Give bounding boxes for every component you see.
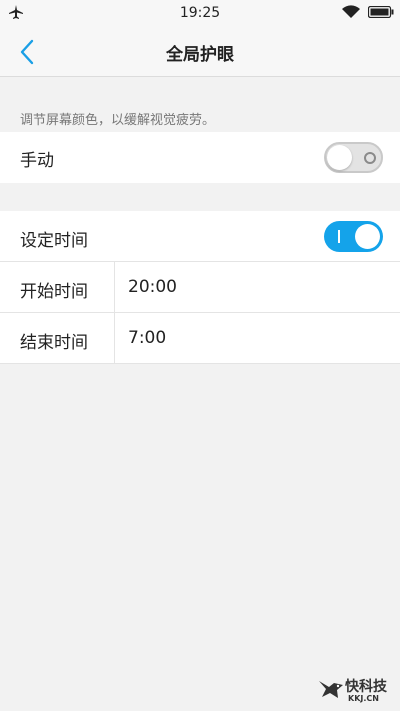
status-bar: 19:25 bbox=[0, 0, 400, 26]
schedule-label: 设定时间 bbox=[20, 231, 88, 251]
manual-label: 手动 bbox=[20, 151, 54, 171]
end-time-label: 结束时间 bbox=[20, 333, 88, 353]
start-time-row[interactable]: 开始时间 20:00 bbox=[0, 262, 400, 312]
page-title: 全局护眼 bbox=[166, 45, 234, 65]
schedule-section: 设定时间 开始时间 20:00 结束时间 7:00 bbox=[0, 211, 400, 363]
toggle-on-icon bbox=[338, 230, 340, 243]
bird-logo-icon bbox=[319, 681, 343, 698]
end-time-row[interactable]: 结束时间 7:00 bbox=[0, 313, 400, 363]
watermark-text: 快科技 bbox=[345, 679, 387, 695]
header: 全局护眼 bbox=[0, 26, 400, 77]
manual-toggle[interactable] bbox=[324, 142, 383, 173]
start-time-label: 开始时间 bbox=[20, 282, 88, 302]
watermark-domain: KKJ.CN bbox=[348, 694, 379, 703]
start-time-value[interactable]: 20:00 bbox=[128, 277, 177, 297]
toggle-off-icon bbox=[364, 152, 376, 164]
end-time-value[interactable]: 7:00 bbox=[128, 328, 166, 348]
battery-icon bbox=[368, 6, 394, 18]
manual-row: 手动 bbox=[0, 132, 400, 183]
schedule-toggle[interactable] bbox=[324, 221, 383, 252]
toggle-knob bbox=[355, 224, 380, 249]
toggle-knob bbox=[327, 145, 352, 170]
status-time: 19:25 bbox=[179, 5, 221, 21]
watermark-logo: 快科技 KKJ.CN bbox=[318, 675, 396, 705]
hint-text: 调节屏幕颜色，以缓解视觉疲劳。 bbox=[20, 113, 216, 128]
divider bbox=[0, 363, 400, 364]
wifi-icon bbox=[342, 5, 360, 19]
